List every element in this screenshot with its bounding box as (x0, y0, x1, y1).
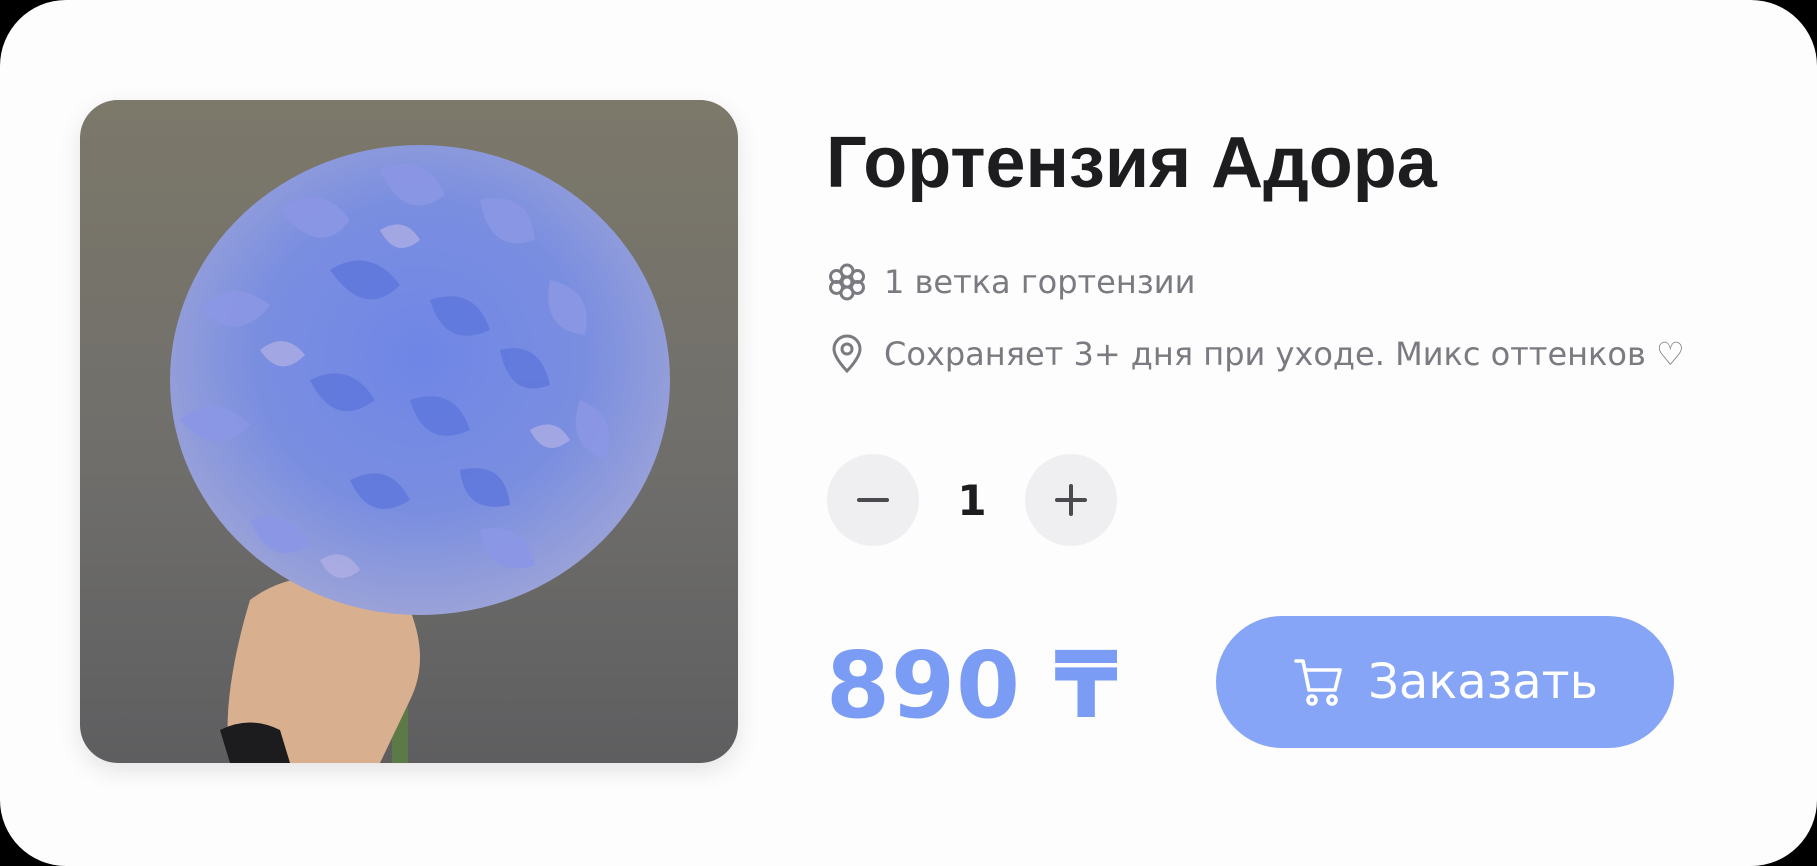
minus-icon (857, 498, 889, 502)
flower-icon (826, 261, 868, 303)
plus-icon (1055, 484, 1087, 516)
order-button-label: Заказать (1368, 654, 1598, 710)
quantity-increase-button[interactable] (1025, 454, 1117, 546)
feature-care: Сохраняет 3+ дня при уходе. Микс оттенко… (826, 330, 1685, 378)
feature-stems-text: 1 ветка гортензии (884, 263, 1196, 301)
product-card: Гортензия Адора 1 ветка гортензии Сохран… (0, 0, 1817, 866)
order-button[interactable]: Заказать (1216, 616, 1674, 748)
product-photo (80, 100, 738, 763)
location-pin-icon (826, 333, 868, 375)
quantity-decrease-button[interactable] (827, 454, 919, 546)
quantity-value: 1 (957, 475, 987, 525)
feature-care-text: Сохраняет 3+ дня при уходе. Микс оттенко… (884, 335, 1685, 373)
feature-stems: 1 ветка гортензии (826, 258, 1195, 306)
hydrangea-photo (80, 100, 738, 763)
product-title: Гортензия Адора (826, 123, 1437, 203)
product-price: 890 ₸ (826, 631, 1120, 739)
cart-icon (1292, 655, 1346, 709)
